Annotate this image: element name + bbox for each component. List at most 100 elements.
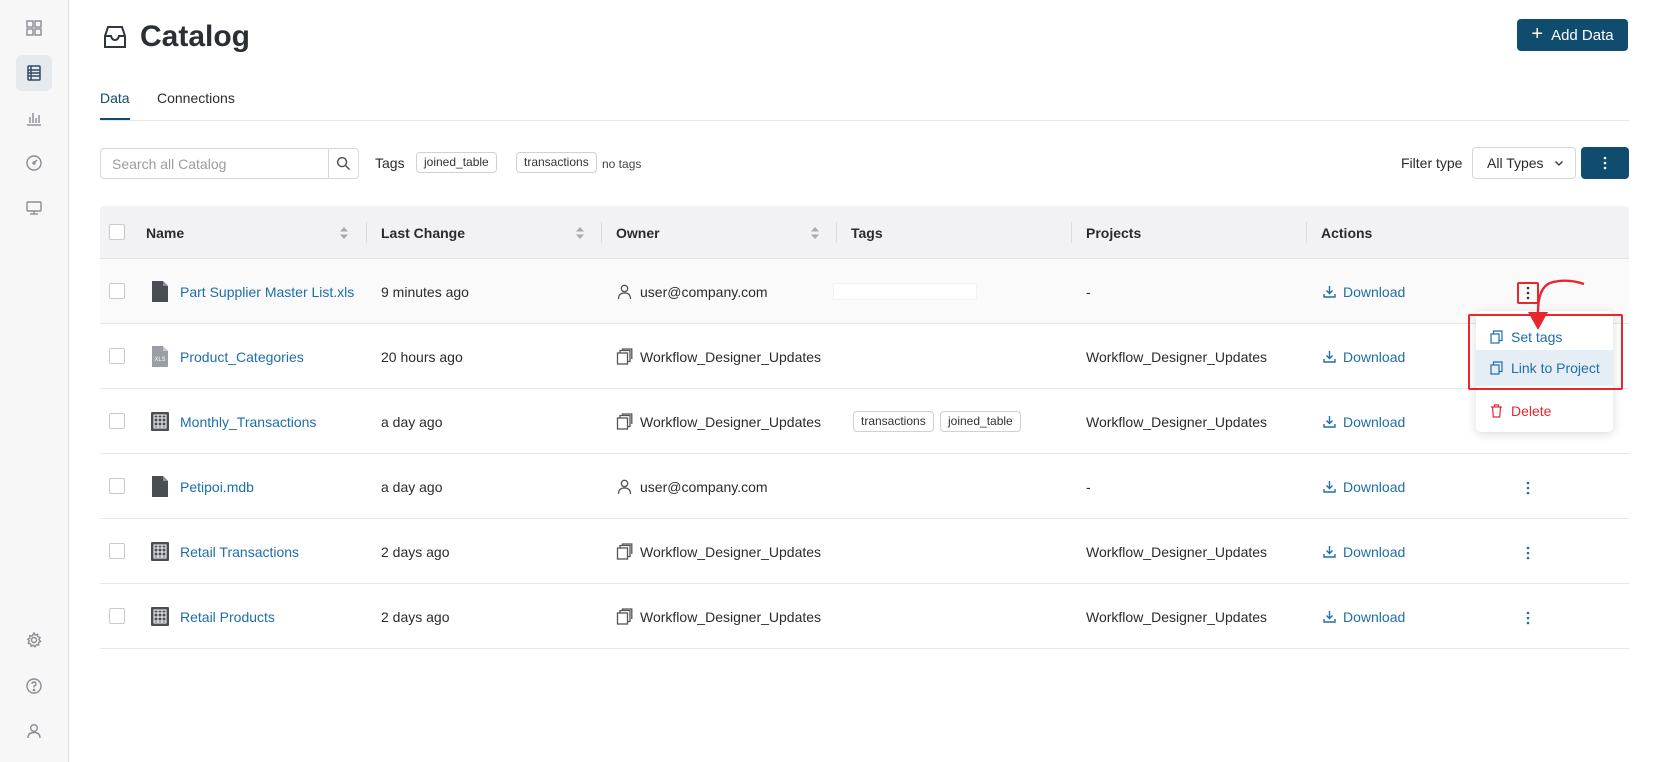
page-header: Catalog: [100, 20, 250, 54]
catalog-icon[interactable]: [16, 55, 52, 91]
download-link[interactable]: Download: [1323, 284, 1405, 300]
project-value: Workflow_Designer_Updates: [1086, 608, 1268, 625]
search-input[interactable]: [100, 148, 329, 179]
column-header-actions: Actions: [1321, 224, 1373, 241]
dataset-name-link[interactable]: Product_Categories: [180, 349, 304, 365]
sort-icon[interactable]: [339, 226, 349, 240]
project-icon: [616, 608, 633, 625]
monitor-icon[interactable]: [16, 190, 52, 226]
file-icon: [152, 476, 168, 497]
xls-file-icon: XLS: [152, 346, 168, 367]
sort-icon[interactable]: [575, 226, 585, 240]
tag-chip[interactable]: transactions: [853, 411, 934, 432]
file-icon: [152, 281, 168, 302]
settings-gear-icon[interactable]: [16, 622, 52, 658]
tab-connections[interactable]: Connections: [157, 90, 235, 118]
download-link[interactable]: Download: [1323, 414, 1405, 430]
tag-chip-transactions[interactable]: transactions: [516, 152, 597, 173]
tag-chip-joined-table[interactable]: joined_table: [416, 152, 497, 173]
main-content: Catalog + Add Data Data Connections Tags…: [70, 0, 1661, 762]
row-actions-kebab-button[interactable]: [1517, 542, 1539, 564]
download-label: Download: [1343, 543, 1406, 560]
row-checkbox[interactable]: [109, 608, 125, 624]
download-icon: [1323, 546, 1336, 558]
dataset-name-link[interactable]: Part Supplier Master List.xls: [180, 284, 354, 300]
menu-item-delete[interactable]: Delete: [1476, 393, 1613, 429]
user-icon: [617, 284, 632, 300]
row-checkbox[interactable]: [109, 283, 125, 299]
redacted-area: [833, 283, 977, 300]
help-icon[interactable]: [16, 668, 52, 704]
column-header-owner[interactable]: Owner: [616, 206, 660, 259]
table-row[interactable]: Retail Transactions 2 days ago Workflow_…: [100, 519, 1629, 584]
sort-icon[interactable]: [810, 226, 820, 240]
last-change: 2 days ago: [381, 608, 450, 625]
row-actions-kebab-button[interactable]: [1517, 477, 1539, 499]
dashboard-icon[interactable]: [16, 10, 52, 46]
column-divider: [836, 222, 837, 243]
download-icon: [1323, 481, 1336, 493]
trash-icon: [1491, 404, 1502, 418]
tab-data[interactable]: Data: [100, 90, 130, 120]
last-change: 2 days ago: [381, 543, 450, 560]
project-value: -: [1086, 283, 1091, 300]
download-icon: [1323, 286, 1336, 298]
dataset-name-link[interactable]: Retail Transactions: [180, 544, 299, 560]
dataset-name-link[interactable]: Retail Products: [180, 609, 275, 625]
catalog-table: Name Last Change Owner Tags Projects Act…: [100, 206, 1629, 649]
row-checkbox[interactable]: [109, 413, 125, 429]
table-icon: [151, 412, 169, 431]
kebab-icon: [1603, 156, 1607, 170]
table-row[interactable]: Part Supplier Master List.xls 9 minutes …: [100, 259, 1629, 324]
more-options-button[interactable]: [1581, 147, 1629, 179]
user-icon: [617, 479, 632, 495]
dataset-name-link[interactable]: Monthly_Transactions: [180, 414, 316, 430]
user-profile-icon[interactable]: [16, 713, 52, 749]
row-checkbox[interactable]: [109, 543, 125, 559]
sidebar: [0, 0, 69, 762]
row-checkbox[interactable]: [109, 478, 125, 494]
owner-name: Workflow_Designer_Updates: [640, 413, 822, 430]
download-link[interactable]: Download: [1323, 544, 1405, 560]
download-label: Download: [1343, 478, 1406, 495]
download-link[interactable]: Download: [1323, 609, 1405, 625]
filter-type-select[interactable]: All Types: [1472, 147, 1576, 179]
row-checkbox[interactable]: [109, 348, 125, 364]
download-link[interactable]: Download: [1323, 479, 1405, 495]
table-row[interactable]: Monthly_Transactions a day ago Workflow_…: [100, 389, 1629, 454]
kebab-icon: [1526, 546, 1530, 560]
table-header: Name Last Change Owner Tags Projects Act…: [100, 206, 1629, 259]
no-tags-filter[interactable]: no tags: [602, 157, 641, 171]
table-icon: [151, 607, 169, 626]
download-icon: [1323, 611, 1336, 623]
search-button[interactable]: [328, 148, 359, 179]
column-divider: [366, 222, 367, 243]
tag-chip[interactable]: joined_table: [940, 411, 1021, 432]
gauge-icon[interactable]: [16, 145, 52, 181]
project-value: -: [1086, 478, 1091, 495]
download-link[interactable]: Download: [1323, 349, 1405, 365]
dataset-name-link[interactable]: Petipoi.mdb: [180, 479, 254, 495]
project-icon: [616, 348, 633, 365]
row-actions-kebab-button[interactable]: [1517, 607, 1539, 629]
svg-text:XLS: XLS: [154, 357, 165, 363]
project-value: Workflow_Designer_Updates: [1086, 543, 1268, 560]
select-all-checkbox[interactable]: [109, 224, 125, 240]
download-icon: [1323, 351, 1336, 363]
owner-name: Workflow_Designer_Updates: [640, 608, 822, 625]
download-icon: [1323, 416, 1336, 428]
last-change: 9 minutes ago: [381, 283, 469, 300]
bar-chart-icon[interactable]: [16, 100, 52, 136]
column-header-name[interactable]: Name: [146, 206, 184, 259]
menu-item-label: Delete: [1511, 403, 1552, 419]
download-label: Download: [1343, 348, 1406, 365]
owner-name: Workflow_Designer_Updates: [640, 543, 822, 560]
download-label: Download: [1343, 283, 1406, 300]
table-row[interactable]: Petipoi.mdb a day ago user@company.com -…: [100, 454, 1629, 519]
table-row[interactable]: XLS Product_Categories 20 hours ago Work…: [100, 324, 1629, 389]
column-divider: [601, 222, 602, 243]
column-header-last-change[interactable]: Last Change: [381, 206, 465, 259]
last-change: a day ago: [381, 413, 443, 430]
table-row[interactable]: Retail Products 2 days ago Workflow_Desi…: [100, 584, 1629, 649]
add-data-button[interactable]: + Add Data: [1517, 19, 1628, 51]
